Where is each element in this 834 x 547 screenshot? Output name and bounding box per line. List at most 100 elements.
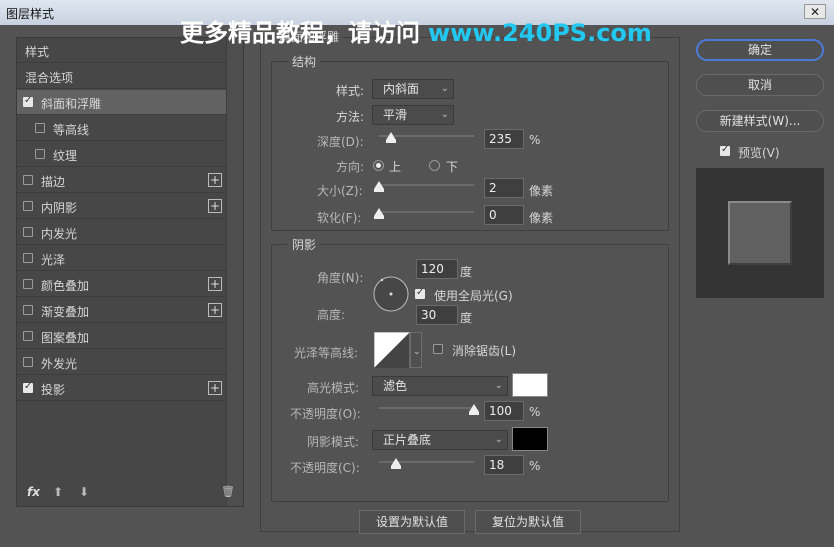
satin-checkbox[interactable]: [23, 253, 33, 263]
sidebar-item-blending-options[interactable]: 混合选项: [17, 64, 226, 89]
sidebar-item-drop-shadow[interactable]: 投影 +: [17, 376, 226, 401]
contour-checkbox[interactable]: [35, 123, 45, 133]
ok-button[interactable]: 确定: [696, 39, 824, 61]
bevel-checkbox[interactable]: [23, 95, 33, 107]
highlight-opacity-slider[interactable]: [379, 404, 479, 415]
cancel-button[interactable]: 取消: [696, 74, 824, 96]
inner-glow-checkbox[interactable]: [23, 227, 33, 237]
method-label: 方法:: [336, 110, 365, 124]
shadow-opacity-input[interactable]: 18: [484, 455, 524, 475]
soften-slider-thumb[interactable]: [374, 208, 384, 219]
new-style-button[interactable]: 新建样式(W)...: [696, 110, 824, 132]
gradient-overlay-checkbox[interactable]: [23, 305, 33, 315]
shadow-mode-value: 正片叠底: [383, 433, 432, 447]
gloss-contour-picker[interactable]: ⌄: [374, 332, 422, 368]
style-select[interactable]: 内斜面 ⌄: [372, 79, 454, 99]
sidebar-item-gradient-overlay[interactable]: 渐变叠加 +: [17, 298, 226, 323]
sidebar-item-label: 光泽: [41, 253, 66, 267]
watermark: 更多精品教程，请访问 www.240PS.com: [180, 13, 652, 48]
sidebar-scrollbar[interactable]: [226, 38, 243, 506]
add-gradient-overlay-icon[interactable]: +: [208, 303, 222, 317]
sidebar-item-label: 投影: [41, 383, 66, 397]
add-stroke-icon[interactable]: +: [208, 173, 222, 187]
sidebar-item-label: 图案叠加: [41, 331, 90, 345]
pattern-overlay-checkbox[interactable]: [23, 331, 33, 341]
sidebar-header-label: 样式: [25, 45, 50, 59]
highlight-opacity-unit: %: [529, 405, 541, 419]
add-inner-shadow-icon[interactable]: +: [208, 199, 222, 213]
preview-checkbox[interactable]: [720, 144, 730, 156]
watermark-url: www.240PS.com: [428, 19, 652, 47]
method-select[interactable]: 平滑 ⌄: [372, 105, 454, 125]
add-drop-shadow-icon[interactable]: +: [208, 381, 222, 395]
sidebar-item-inner-glow[interactable]: 内发光: [17, 220, 226, 245]
add-color-overlay-icon[interactable]: +: [208, 277, 222, 291]
shadow-mode-select[interactable]: 正片叠底 ⌄: [372, 430, 508, 450]
size-input[interactable]: 2: [484, 178, 524, 198]
sidebar-item-inner-shadow[interactable]: 内阴影 +: [17, 194, 226, 219]
sidebar-item-stroke[interactable]: 描边 +: [17, 168, 226, 193]
sidebar-footer: fx ⬆ ⬇ 🗑: [25, 478, 235, 506]
structure-group: 结构 样式: 内斜面 ⌄ 方法: 平滑 ⌄ 深度(D): 235 % 方向: 上 下…: [271, 53, 669, 231]
highlight-mode-select[interactable]: 滤色 ⌄: [372, 376, 508, 396]
reset-default-button[interactable]: 复位为默认值: [475, 510, 581, 534]
svg-text:⌄: ⌄: [413, 347, 421, 357]
sidebar-item-bevel-emboss[interactable]: 斜面和浮雕: [17, 90, 226, 115]
texture-checkbox[interactable]: [35, 149, 45, 159]
sidebar-item-pattern-overlay[interactable]: 图案叠加: [17, 324, 226, 349]
move-down-icon[interactable]: ⬇: [79, 485, 89, 499]
global-light-label: 使用全局光(G): [434, 289, 513, 303]
fx-icon[interactable]: fx: [27, 485, 40, 499]
antialias-checkbox[interactable]: [433, 344, 443, 354]
window-title: 图层样式: [6, 7, 55, 21]
highlight-opacity-input[interactable]: 100: [484, 401, 524, 421]
move-up-icon[interactable]: ⬆: [53, 485, 63, 499]
soften-unit: 像素: [529, 211, 554, 225]
chevron-down-icon: ⌄: [494, 434, 503, 445]
depth-slider-thumb[interactable]: [386, 132, 397, 143]
direction-up-label: 上: [389, 160, 402, 174]
color-overlay-checkbox[interactable]: [23, 279, 33, 289]
direction-up-radio[interactable]: [373, 160, 384, 171]
trash-icon[interactable]: 🗑: [221, 485, 235, 498]
make-default-button[interactable]: 设置为默认值: [359, 510, 465, 534]
outer-glow-checkbox[interactable]: [23, 357, 33, 367]
style-label: 样式:: [336, 84, 365, 98]
sidebar-item-label: 内阴影: [41, 201, 78, 215]
angle-input[interactable]: 120: [416, 259, 458, 279]
inner-shadow-checkbox[interactable]: [23, 201, 33, 211]
sidebar-item-outer-glow[interactable]: 外发光: [17, 350, 226, 375]
sidebar-item-satin[interactable]: 光泽: [17, 246, 226, 271]
angle-dial[interactable]: [372, 275, 410, 313]
sidebar-item-texture[interactable]: 纹理: [17, 142, 226, 167]
shadow-color-swatch[interactable]: [512, 427, 548, 451]
highlight-opacity-thumb[interactable]: [469, 404, 479, 415]
depth-input[interactable]: 235: [484, 129, 524, 149]
stroke-checkbox[interactable]: [23, 175, 33, 185]
shading-group: 阴影 角度(N): 120 度 使用全局光(G) 高度: 30 度 光泽等高线:…: [271, 236, 669, 502]
size-label: 大小(Z):: [317, 184, 363, 198]
drop-shadow-checkbox[interactable]: [23, 381, 33, 393]
preview-thumbnail: [728, 201, 792, 265]
soften-slider[interactable]: [374, 208, 474, 219]
depth-slider[interactable]: [379, 132, 474, 143]
sidebar-item-label: 描边: [41, 175, 66, 189]
soften-input[interactable]: 0: [484, 205, 524, 225]
shadow-opacity-thumb[interactable]: [391, 458, 402, 469]
depth-unit: %: [529, 133, 541, 147]
shadow-opacity-slider[interactable]: [379, 458, 474, 469]
global-light-checkbox[interactable]: [415, 287, 425, 299]
shadow-opacity-label: 不透明度(C):: [290, 461, 360, 475]
style-preview: [696, 168, 824, 298]
size-slider-thumb[interactable]: [374, 181, 384, 192]
chevron-down-icon: ⌄: [494, 380, 503, 391]
close-button[interactable]: ✕: [804, 4, 826, 19]
altitude-input[interactable]: 30: [416, 305, 458, 325]
direction-down-radio[interactable]: [429, 160, 440, 171]
sidebar-item-color-overlay[interactable]: 颜色叠加 +: [17, 272, 226, 297]
altitude-label: 高度:: [317, 308, 346, 322]
sidebar-item-contour[interactable]: 等高线: [17, 116, 226, 141]
highlight-color-swatch[interactable]: [512, 373, 548, 397]
size-slider[interactable]: [374, 181, 474, 192]
highlight-mode-label: 高光模式:: [307, 381, 360, 395]
